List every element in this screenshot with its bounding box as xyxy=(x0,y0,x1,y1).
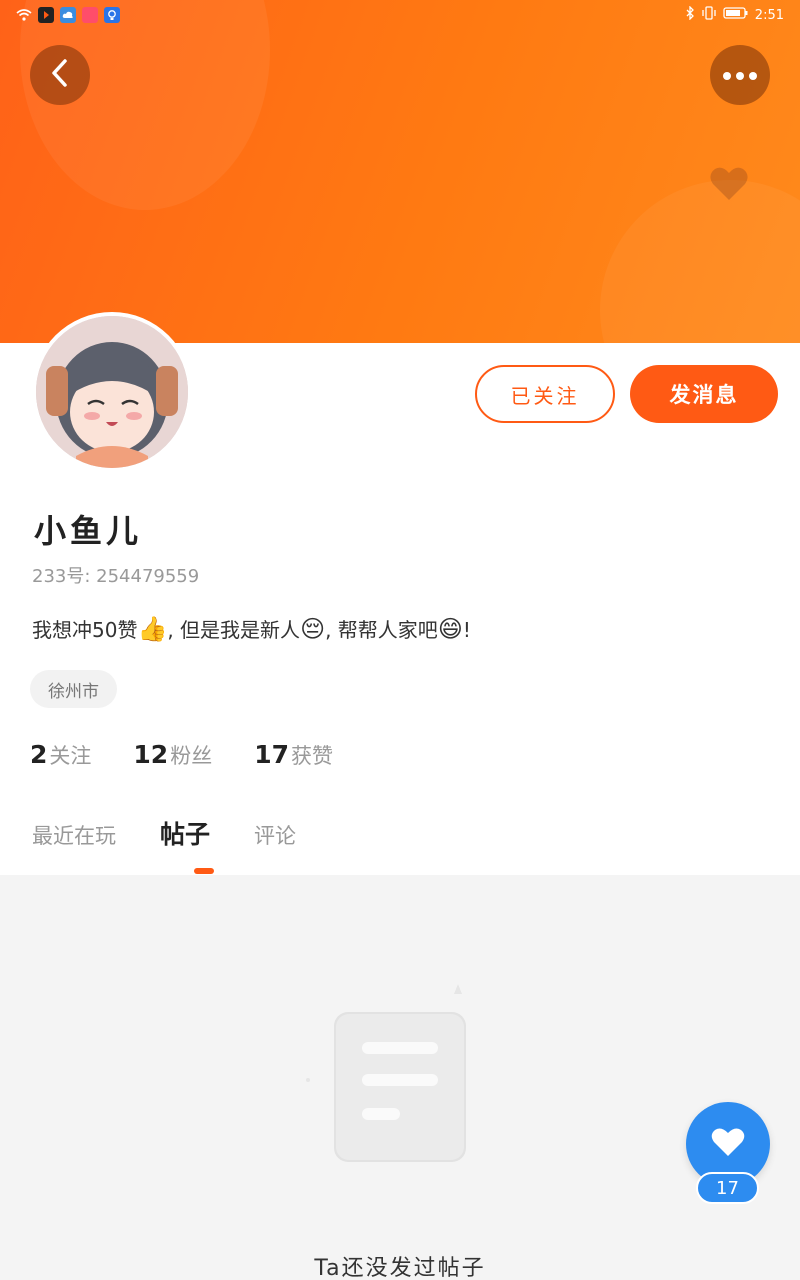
location-tag: 徐州市 xyxy=(30,670,117,708)
app-icon xyxy=(82,7,98,23)
more-button[interactable] xyxy=(710,45,770,105)
active-tab-indicator xyxy=(194,868,214,874)
profile-tabs: 最近在玩 帖子 评论 xyxy=(32,815,296,851)
more-dots-icon xyxy=(722,66,758,85)
status-right: 2:51 xyxy=(685,5,784,24)
stat-likes[interactable]: 17获赞 xyxy=(254,740,333,770)
bluetooth-icon xyxy=(685,5,695,24)
tab-recently-played[interactable]: 最近在玩 xyxy=(32,820,116,850)
vibrate-icon xyxy=(701,6,717,24)
stat-label: 关注 xyxy=(49,744,92,768)
stats-row: 2关注 12粉丝 17获赞 xyxy=(30,740,333,770)
user-bio: 我想冲50赞👍, 但是我是新人😔, 帮帮人家吧😄! xyxy=(32,614,471,643)
user-id: 233号: 254479559 xyxy=(32,566,200,587)
tab-comments[interactable]: 评论 xyxy=(254,820,296,850)
empty-state-message: Ta还没发过帖子 xyxy=(314,1256,486,1280)
like-count-badge: 17 xyxy=(696,1172,759,1204)
status-left xyxy=(16,7,120,23)
wifi-icon xyxy=(16,7,32,23)
stat-value: 17 xyxy=(254,740,289,769)
grinning-emoji: 😄 xyxy=(437,615,463,643)
stat-label: 获赞 xyxy=(291,744,333,768)
bulb-icon xyxy=(104,7,120,23)
pensive-emoji: 😔 xyxy=(300,615,326,643)
stat-following[interactable]: 2关注 xyxy=(30,740,91,770)
heart-icon xyxy=(708,163,750,205)
avatar[interactable] xyxy=(32,312,192,472)
stat-fans[interactable]: 12粉丝 xyxy=(133,740,212,770)
bio-text: 我想冲50赞 xyxy=(32,618,138,642)
document-icon xyxy=(300,980,500,1180)
status-time: 2:51 xyxy=(754,7,784,23)
app-notification-icon xyxy=(38,7,54,23)
avatar-image xyxy=(36,316,188,468)
bio-text: , 但是我是新人 xyxy=(167,618,301,642)
stat-label: 粉丝 xyxy=(170,744,213,768)
thumbs-up-emoji: 👍 xyxy=(137,615,168,643)
profile-cover xyxy=(0,0,800,343)
cover-decoration xyxy=(600,180,800,343)
stat-value: 2 xyxy=(30,740,48,769)
chevron-left-icon xyxy=(49,58,71,92)
bio-text: ! xyxy=(462,618,471,642)
battery-icon xyxy=(723,6,749,24)
bio-text: , 帮帮人家吧 xyxy=(325,618,438,642)
username: 小鱼儿 xyxy=(34,512,143,550)
status-bar: 2:51 xyxy=(0,0,800,30)
back-button[interactable] xyxy=(30,45,90,105)
tab-posts[interactable]: 帖子 xyxy=(160,815,210,851)
stat-value: 12 xyxy=(133,740,169,769)
heart-icon xyxy=(710,1126,746,1162)
follow-button[interactable]: 已关注 xyxy=(475,365,615,423)
cloud-icon xyxy=(60,7,76,23)
cover-decoration xyxy=(20,0,270,210)
send-message-button[interactable]: 发消息 xyxy=(630,365,778,423)
